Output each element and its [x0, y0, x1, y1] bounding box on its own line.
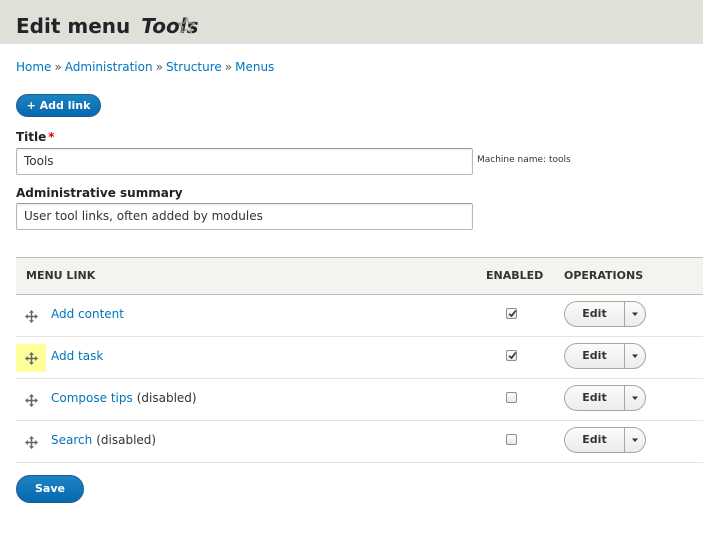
title-label-text: Title [16, 130, 47, 144]
breadcrumb: Home» Administration» Structure» Menus [16, 60, 274, 74]
enabled-checkbox[interactable] [506, 392, 517, 403]
move-icon [25, 436, 38, 449]
menu-links-table: MENU LINK ENABLED OPERATIONS Add content… [16, 257, 703, 463]
breadcrumb-menus[interactable]: Menus [235, 60, 274, 74]
breadcrumb-home[interactable]: Home [16, 60, 51, 74]
operations-dropbutton: Edit [564, 301, 646, 327]
drag-handle[interactable] [16, 302, 46, 330]
move-icon [25, 394, 38, 407]
table-header: MENU LINK ENABLED OPERATIONS [16, 257, 703, 295]
breadcrumb-separator: » [224, 60, 233, 74]
title-label: Title * [16, 130, 55, 144]
drag-handle[interactable] [16, 428, 46, 456]
caret-down-icon [632, 438, 638, 442]
table-row: Add task Edit [16, 337, 703, 379]
summary-label: Administrative summary [16, 186, 183, 200]
disabled-status: (disabled) [136, 391, 197, 405]
menu-link-cell: Search (disabled) [51, 433, 156, 447]
drag-handle[interactable] [16, 386, 46, 414]
menu-link[interactable]: Search [51, 433, 92, 447]
machine-name: Machine name: tools [477, 155, 571, 165]
checkmark-icon [508, 352, 517, 360]
breadcrumb-separator: » [54, 60, 62, 74]
menu-link[interactable]: Add content [51, 307, 124, 321]
table-row: Add content Edit [16, 295, 703, 337]
edit-button[interactable]: Edit [564, 343, 624, 369]
page-title-prefix: Edit menu [16, 14, 131, 38]
title-input[interactable]: Tools [16, 148, 473, 175]
save-button[interactable]: Save [16, 475, 84, 503]
disabled-status: (disabled) [96, 433, 157, 447]
star-icon[interactable] [177, 16, 196, 35]
add-link-button[interactable]: + Add link [16, 94, 101, 117]
edit-button[interactable]: Edit [564, 427, 624, 453]
operations-toggle[interactable] [624, 343, 646, 369]
caret-down-icon [632, 354, 638, 358]
move-icon [25, 310, 38, 323]
summary-input[interactable]: User tool links, often added by modules [16, 203, 473, 230]
drag-handle[interactable] [16, 344, 46, 372]
table-row: Search (disabled) Edit [16, 421, 703, 463]
enabled-checkbox[interactable] [506, 308, 517, 319]
menu-link-cell: Add content [51, 307, 124, 321]
operations-dropbutton: Edit [564, 343, 646, 369]
table-row: Compose tips (disabled) Edit [16, 379, 703, 421]
column-header-menu-link: MENU LINK [26, 269, 96, 282]
caret-down-icon [632, 396, 638, 400]
operations-toggle[interactable] [624, 385, 646, 411]
checkmark-icon [508, 310, 517, 318]
caret-down-icon [632, 312, 638, 316]
edit-button[interactable]: Edit [564, 301, 624, 327]
menu-link-cell: Compose tips (disabled) [51, 391, 197, 405]
move-icon [25, 352, 38, 365]
operations-toggle[interactable] [624, 427, 646, 453]
menu-link[interactable]: Compose tips [51, 391, 133, 405]
breadcrumb-structure[interactable]: Structure [166, 60, 222, 74]
enabled-checkbox[interactable] [506, 434, 517, 445]
operations-dropbutton: Edit [564, 427, 646, 453]
edit-button[interactable]: Edit [564, 385, 624, 411]
page-header: Edit menu Tools [0, 0, 703, 44]
operations-toggle[interactable] [624, 301, 646, 327]
breadcrumb-administration[interactable]: Administration [65, 60, 153, 74]
page-title: Edit menu Tools [16, 14, 199, 38]
menu-link[interactable]: Add task [51, 349, 103, 363]
operations-dropbutton: Edit [564, 385, 646, 411]
enabled-checkbox[interactable] [506, 350, 517, 361]
menu-link-cell: Add task [51, 349, 103, 363]
breadcrumb-separator: » [155, 60, 163, 74]
column-header-operations: OPERATIONS [564, 269, 644, 282]
column-header-enabled: ENABLED [486, 269, 544, 282]
required-marker: * [48, 130, 55, 144]
